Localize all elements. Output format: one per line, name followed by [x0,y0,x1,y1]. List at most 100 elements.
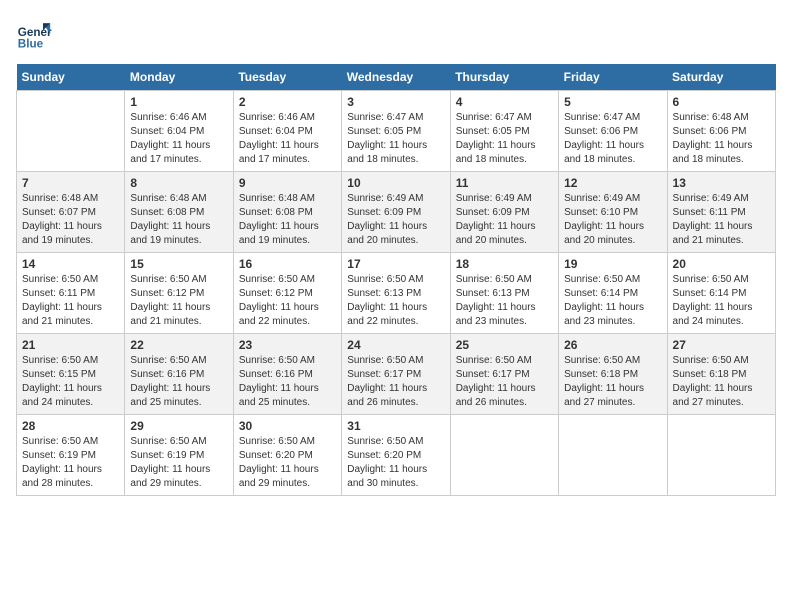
logo: General Blue [16,16,56,52]
weekday-header-row: SundayMondayTuesdayWednesdayThursdayFrid… [17,64,776,91]
calendar-week-row: 1 Sunrise: 6:46 AM Sunset: 6:04 PM Daylig… [17,91,776,172]
day-info: Sunrise: 6:50 AM Sunset: 6:20 PM Dayligh… [347,435,444,491]
calendar-week-row: 28 Sunrise: 6:50 AM Sunset: 6:19 PM Dayli… [17,415,776,496]
calendar-cell: 1 Sunrise: 6:46 AM Sunset: 6:04 PM Daylig… [125,91,233,172]
day-number: 17 [347,257,444,271]
day-number: 18 [456,257,553,271]
calendar-cell: 8Sunrise: 6:48 AM Sunset: 6:08 PM Daylig… [125,172,233,253]
day-number: 7 [22,176,119,190]
day-number: 3 [347,95,444,109]
day-number: 29 [130,419,227,433]
day-number: 2 [239,95,336,109]
day-number: 5 [564,95,661,109]
day-info: Sunrise: 6:50 AM Sunset: 6:19 PM Dayligh… [22,435,119,491]
day-info: Sunrise: 6:47 AM Sunset: 6:05 PM Dayligh… [456,111,553,167]
calendar-cell: 24 Sunrise: 6:50 AM Sunset: 6:17 PM Dayli… [342,334,450,415]
day-number: 8 [130,176,227,190]
calendar-cell: 22 Sunrise: 6:50 AM Sunset: 6:16 PM Dayli… [125,334,233,415]
day-info: Sunrise: 6:47 AM Sunset: 6:06 PM Dayligh… [564,111,661,167]
day-info: Sunrise: 6:49 AM Sunset: 6:11 PM Dayligh… [673,192,770,248]
day-info: Sunrise: 6:50 AM Sunset: 6:17 PM Dayligh… [347,354,444,410]
calendar-cell: 18 Sunrise: 6:50 AM Sunset: 6:13 PM Dayli… [450,253,558,334]
day-number: 16 [239,257,336,271]
calendar-cell: 25 Sunrise: 6:50 AM Sunset: 6:17 PM Dayli… [450,334,558,415]
svg-text:Blue: Blue [18,38,44,51]
day-number: 30 [239,419,336,433]
day-info: Sunrise: 6:50 AM Sunset: 6:11 PM Dayligh… [22,273,119,329]
logo-icon: General Blue [16,16,52,52]
calendar-cell: 23 Sunrise: 6:50 AM Sunset: 6:16 PM Dayli… [233,334,341,415]
calendar-cell: 4 Sunrise: 6:47 AM Sunset: 6:05 PM Daylig… [450,91,558,172]
day-number: 12 [564,176,661,190]
weekday-header-sunday: Sunday [17,64,125,91]
day-number: 6 [673,95,770,109]
calendar-cell: 5 Sunrise: 6:47 AM Sunset: 6:06 PM Daylig… [559,91,667,172]
calendar-week-row: 14 Sunrise: 6:50 AM Sunset: 6:11 PM Dayli… [17,253,776,334]
day-info: Sunrise: 6:49 AM Sunset: 6:10 PM Dayligh… [564,192,661,248]
day-number: 11 [456,176,553,190]
calendar-cell [559,415,667,496]
calendar-cell [667,415,775,496]
day-number: 28 [22,419,119,433]
calendar-cell [450,415,558,496]
calendar-table: SundayMondayTuesdayWednesdayThursdayFrid… [16,64,776,496]
weekday-header-friday: Friday [559,64,667,91]
day-number: 14 [22,257,119,271]
day-number: 20 [673,257,770,271]
day-info: Sunrise: 6:50 AM Sunset: 6:13 PM Dayligh… [347,273,444,329]
day-number: 21 [22,338,119,352]
day-number: 10 [347,176,444,190]
day-info: Sunrise: 6:50 AM Sunset: 6:14 PM Dayligh… [673,273,770,329]
calendar-cell: 28 Sunrise: 6:50 AM Sunset: 6:19 PM Dayli… [17,415,125,496]
calendar-cell: 20 Sunrise: 6:50 AM Sunset: 6:14 PM Dayli… [667,253,775,334]
calendar-week-row: 21 Sunrise: 6:50 AM Sunset: 6:15 PM Dayli… [17,334,776,415]
day-info: Sunrise: 6:50 AM Sunset: 6:17 PM Dayligh… [456,354,553,410]
calendar-cell: 17 Sunrise: 6:50 AM Sunset: 6:13 PM Dayli… [342,253,450,334]
calendar-cell: 13 Sunrise: 6:49 AM Sunset: 6:11 PM Dayli… [667,172,775,253]
day-info: Sunrise: 6:50 AM Sunset: 6:12 PM Dayligh… [130,273,227,329]
day-info: Sunrise: 6:46 AM Sunset: 6:04 PM Dayligh… [239,111,336,167]
day-number: 22 [130,338,227,352]
day-number: 1 [130,95,227,109]
calendar-cell: 26 Sunrise: 6:50 AM Sunset: 6:18 PM Dayli… [559,334,667,415]
day-info: Sunrise: 6:50 AM Sunset: 6:13 PM Dayligh… [456,273,553,329]
calendar-cell: 19 Sunrise: 6:50 AM Sunset: 6:14 PM Dayli… [559,253,667,334]
day-number: 25 [456,338,553,352]
calendar-cell: 12 Sunrise: 6:49 AM Sunset: 6:10 PM Dayli… [559,172,667,253]
weekday-header-thursday: Thursday [450,64,558,91]
day-info: Sunrise: 6:49 AM Sunset: 6:09 PM Dayligh… [347,192,444,248]
day-number: 27 [673,338,770,352]
day-number: 15 [130,257,227,271]
day-info: Sunrise: 6:48 AM Sunset: 6:06 PM Dayligh… [673,111,770,167]
day-number: 9 [239,176,336,190]
weekday-header-monday: Monday [125,64,233,91]
day-info: Sunrise: 6:50 AM Sunset: 6:19 PM Dayligh… [130,435,227,491]
page-header: General Blue [16,16,776,52]
calendar-cell: 14 Sunrise: 6:50 AM Sunset: 6:11 PM Dayli… [17,253,125,334]
day-info: Sunrise: 6:50 AM Sunset: 6:14 PM Dayligh… [564,273,661,329]
weekday-header-tuesday: Tuesday [233,64,341,91]
weekday-header-wednesday: Wednesday [342,64,450,91]
day-info: Sunrise: 6:47 AM Sunset: 6:05 PM Dayligh… [347,111,444,167]
day-number: 26 [564,338,661,352]
calendar-cell: 27 Sunrise: 6:50 AM Sunset: 6:18 PM Dayli… [667,334,775,415]
calendar-cell [17,91,125,172]
day-number: 13 [673,176,770,190]
day-info: Sunrise: 6:50 AM Sunset: 6:20 PM Dayligh… [239,435,336,491]
calendar-week-row: 7Sunrise: 6:48 AM Sunset: 6:07 PM Daylig… [17,172,776,253]
calendar-cell: 2 Sunrise: 6:46 AM Sunset: 6:04 PM Daylig… [233,91,341,172]
day-info: Sunrise: 6:50 AM Sunset: 6:16 PM Dayligh… [130,354,227,410]
day-number: 4 [456,95,553,109]
day-number: 24 [347,338,444,352]
calendar-cell: 16Sunrise: 6:50 AM Sunset: 6:12 PM Dayli… [233,253,341,334]
day-number: 23 [239,338,336,352]
day-number: 31 [347,419,444,433]
day-number: 19 [564,257,661,271]
day-info: Sunrise: 6:50 AM Sunset: 6:18 PM Dayligh… [673,354,770,410]
day-info: Sunrise: 6:50 AM Sunset: 6:16 PM Dayligh… [239,354,336,410]
calendar-cell: 9Sunrise: 6:48 AM Sunset: 6:08 PM Daylig… [233,172,341,253]
calendar-cell: 29 Sunrise: 6:50 AM Sunset: 6:19 PM Dayli… [125,415,233,496]
day-info: Sunrise: 6:50 AM Sunset: 6:15 PM Dayligh… [22,354,119,410]
day-info: Sunrise: 6:46 AM Sunset: 6:04 PM Dayligh… [130,111,227,167]
day-info: Sunrise: 6:50 AM Sunset: 6:18 PM Dayligh… [564,354,661,410]
